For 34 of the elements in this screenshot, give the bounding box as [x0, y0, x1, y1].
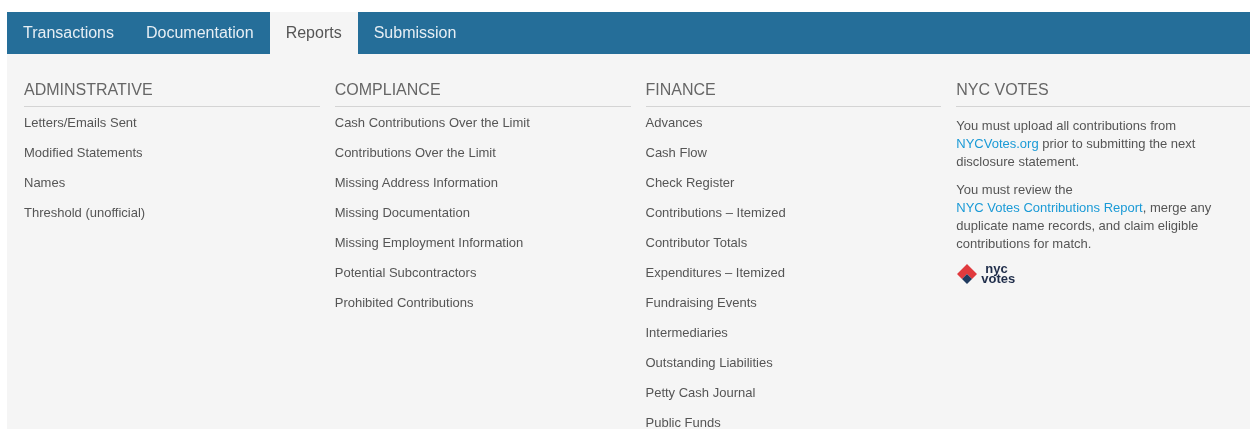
- nav-tab[interactable]: Reports: [269, 12, 358, 54]
- report-link[interactable]: Outstanding Liabilities: [645, 355, 773, 385]
- info-paragraph: You must upload all contributions from NYCVotes.org prior to submitting the next disclosure statement.: [956, 117, 1197, 171]
- report-link[interactable]: Missing Address Information: [334, 175, 499, 205]
- report-link[interactable]: Contributor Totals: [645, 235, 748, 265]
- section-heading: COMPLIANCE: [334, 78, 631, 107]
- nav-tab[interactable]: Submission: [357, 12, 473, 54]
- logo-wordmark: nyc votes: [981, 264, 1016, 284]
- report-link[interactable]: Names: [24, 175, 66, 205]
- report-link[interactable]: Contributions Over the Limit: [334, 145, 496, 175]
- report-link[interactable]: Check Register: [645, 175, 735, 205]
- report-link[interactable]: Potential Subcontractors: [334, 265, 477, 295]
- section-heading: ADMINSTRATIVE: [24, 78, 320, 107]
- section-heading: NYC VOTES: [956, 78, 1250, 107]
- report-link[interactable]: Missing Documentation: [334, 205, 470, 235]
- report-link[interactable]: Expenditures – Itemized: [645, 265, 785, 295]
- report-link[interactable]: Modified Statements: [24, 145, 143, 175]
- report-link[interactable]: Cash Contributions Over the Limit: [334, 115, 530, 145]
- report-link[interactable]: Advances: [645, 115, 703, 145]
- nav-tab[interactable]: Transactions: [7, 12, 130, 54]
- report-link[interactable]: Petty Cash Journal: [645, 385, 756, 415]
- report-link[interactable]: Contributions – Itemized: [645, 205, 786, 235]
- nav-tab[interactable]: Documentation: [130, 12, 270, 54]
- report-link[interactable]: Cash Flow: [645, 145, 707, 175]
- report-link[interactable]: Intermediaries: [645, 325, 728, 355]
- report-link[interactable]: Prohibited Contributions: [334, 295, 474, 325]
- report-link[interactable]: Fundraising Events: [645, 295, 757, 325]
- report-link[interactable]: Letters/Emails Sent: [24, 115, 137, 145]
- section-heading: FINANCE: [645, 78, 942, 107]
- diamond-logo-icon: [956, 263, 979, 285]
- info-paragraph: You must review the NYC Votes Contributions Report, merge any duplicate name records, and claim eligible contributions for match.: [956, 181, 1213, 253]
- report-link[interactable]: Public Funds: [645, 415, 721, 429]
- report-link[interactable]: Threshold (unofficial): [24, 205, 146, 235]
- report-link[interactable]: Missing Employment Information: [334, 235, 524, 265]
